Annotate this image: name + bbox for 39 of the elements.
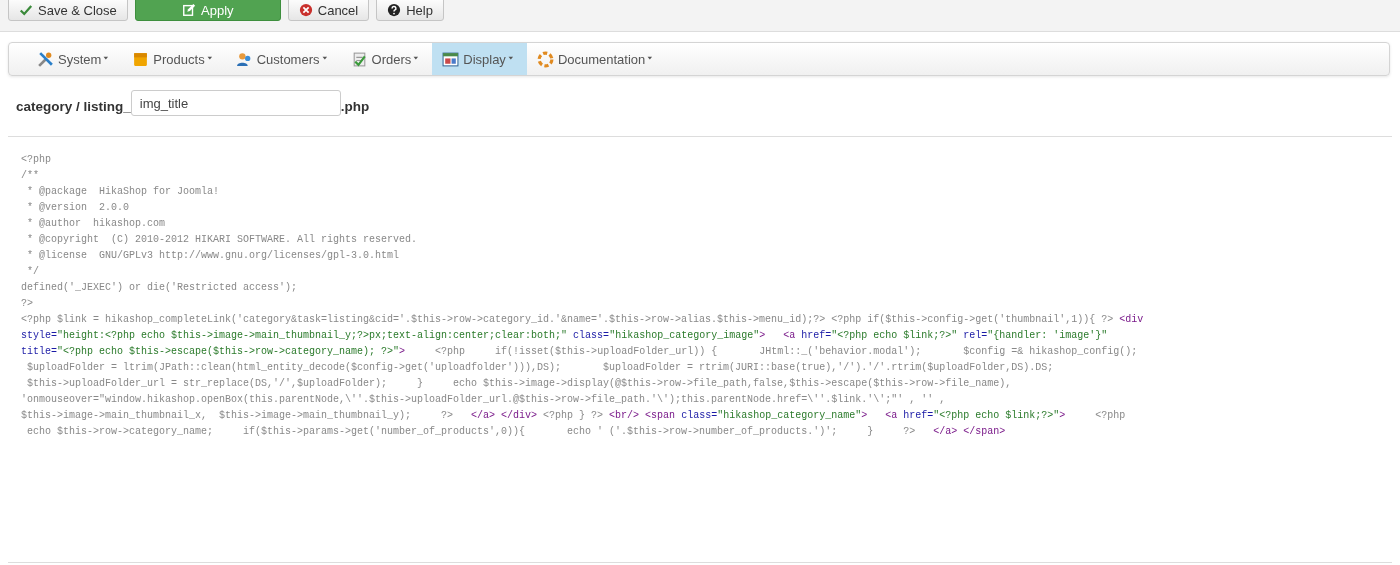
filename-field[interactable]: img_title	[130, 90, 341, 116]
code-line: title="<?php echo $this->escape($this->row->category_name); ?>"> <?php if(!isset($this->uploadFolder_url)) { JHtml::_('behavior.modal'); $config =& hikashop_config();	[21, 345, 1139, 359]
menu-item[interactable]: Orders	[340, 43, 433, 75]
code-line: $this->image->main_thumbnail_x, $this->image->main_thumbnail_y); ?> </a> </div> <?php } ?> <br/> <span class="hikashop_category_name"> <a href="<?php echo $link;?>"> <?php	[21, 409, 1127, 423]
menu-item[interactable]: Documentation	[526, 43, 667, 75]
code-line: <?php	[21, 153, 52, 167]
toolbar-button[interactable]: Save & Close	[8, 0, 128, 21]
code-line: */	[26, 265, 40, 279]
code-line: $uploadFolder = ltrim(JPath::clean(html_entity_decode($config->get('uploadfolder'))),DS); $uploadFolder = rtrim(JURI::base(true),'/').'/'.rtrim($uploadFolder,DS).DS;	[26, 361, 1055, 375]
lifebuoy-icon	[536, 50, 554, 68]
file-prefix: category / listing_	[16, 98, 131, 114]
file-extension: .php	[340, 98, 370, 114]
code-line: 'onmouseover="window.hikashop.openBox(this.parentNode,\''.$this->uploadFolder_url.@$this->row->file_path.'\');this.parentNode.href=\''.$link.'\';"' , '' ,	[21, 393, 947, 407]
tools-icon	[37, 50, 54, 68]
people-icon	[235, 50, 253, 68]
code-line: * @package HikaShop for Joomla!	[26, 185, 221, 199]
check-icon	[19, 3, 33, 17]
code-line: /**	[21, 169, 40, 183]
menu-item[interactable]: Customers	[225, 43, 341, 75]
menu-item[interactable]: Display	[432, 43, 527, 75]
code-line: defined('_JEXEC') or die('Restricted access');	[21, 281, 299, 295]
edit-icon	[182, 3, 196, 17]
code-line: * @license GNU/GPLv3 http://www.gnu.org/licenses/gpl-3.0.html	[26, 249, 401, 263]
code-line: echo $this->row->category_name; if($this->params->get('number_of_products',0)){ echo ' ('.$this->row->number_of_products.')'; } ?> </a> </span>	[26, 425, 1007, 439]
toolbar-button[interactable]: Cancel	[287, 0, 370, 21]
menu-item[interactable]: Products	[122, 43, 226, 75]
code-line: $this->uploadFolder_url = str_replace(DS,'/',$uploadFolder); } echo $this->image->display(@$this->row->file_path,false,$this->escape($this->row->file_name),	[26, 377, 1013, 391]
code-line: style="height:<?php echo $this->image->main_thumbnail_y;?>px;text-align:center;clear:both;" class="hikashop_category_image"> <a href="<?php echo $link;?>" rel="{handler: 'image'}"	[21, 329, 1109, 343]
help-icon	[387, 3, 402, 17]
code-line: * @version 2.0.0	[26, 201, 131, 215]
code-line: * @copyright (C) 2010-2012 HIKARI SOFTWARE. All rights reserved.	[26, 233, 419, 247]
code-line: ?>	[21, 297, 34, 311]
window-icon	[442, 50, 460, 68]
close-icon	[298, 3, 313, 17]
code-line: <?php $link = hikashop_completeLink('category&task=listing&cid='.$this->row->category_id.'&name='.$this->row->alias.$this->menu_id);?> <?php if($this->config->get('thumbnail',1)){ ?> <div	[21, 313, 1145, 327]
box-icon	[132, 50, 150, 68]
toolbar-button[interactable]: Help	[376, 0, 444, 21]
menu-item[interactable]: System	[27, 43, 123, 75]
code-line: * @author hikashop.com	[26, 217, 167, 231]
